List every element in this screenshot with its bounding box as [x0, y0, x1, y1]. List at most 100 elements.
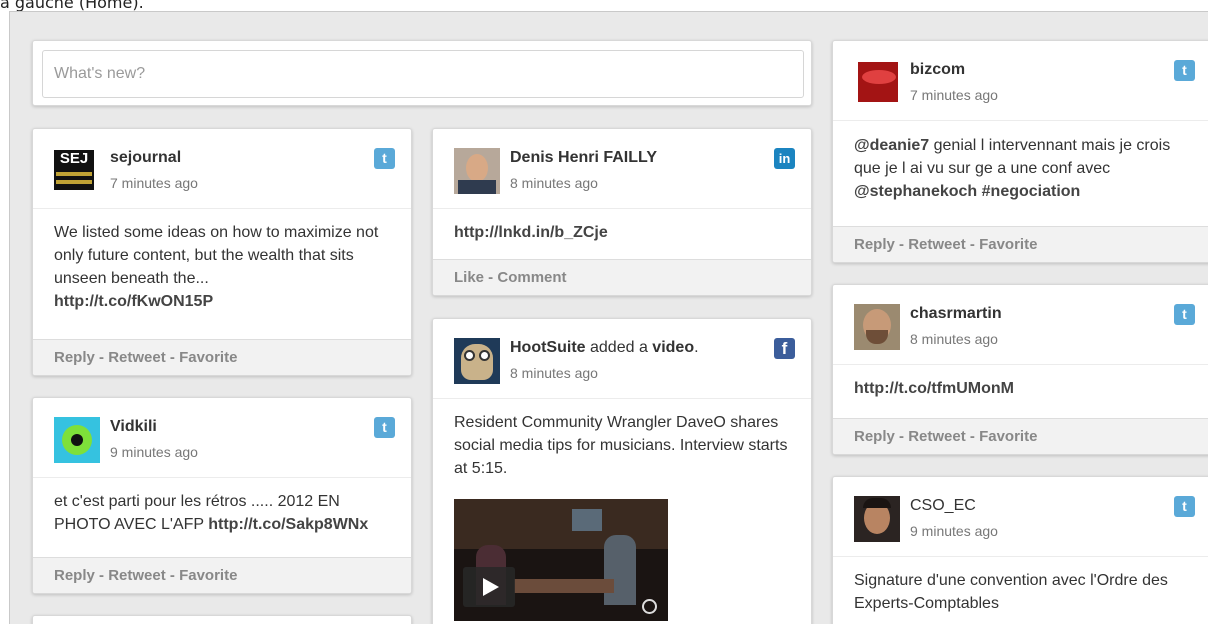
- hashtag-link[interactable]: #negociation: [982, 183, 1081, 200]
- post-username[interactable]: sejournal: [110, 149, 181, 167]
- post-timestamp[interactable]: 8 minutes ago: [510, 175, 598, 191]
- avatar-face: [466, 154, 488, 182]
- post-card-sejournal: SEJ sejournal 7 minutes ago t We listed …: [32, 128, 412, 376]
- post-link[interactable]: http://t.co/fKwON15P: [54, 293, 213, 310]
- reply-button[interactable]: Reply: [854, 236, 895, 253]
- post-body: et c'est parti pour les rétros ..... 201…: [33, 478, 411, 536]
- linkedin-icon: in: [774, 148, 795, 169]
- twitter-icon: t: [374, 148, 395, 169]
- sej-logo-bar: [56, 172, 92, 176]
- post-timestamp[interactable]: 8 minutes ago: [910, 331, 998, 347]
- post-link[interactable]: http://lnkd.in/b_ZCje: [454, 224, 608, 241]
- video-screen: [572, 509, 602, 531]
- post-header: bizcom 7 minutes ago t: [833, 41, 1208, 121]
- post-timestamp[interactable]: 9 minutes ago: [110, 444, 198, 460]
- separator: -: [165, 349, 180, 366]
- post-username[interactable]: Denis Henri FAILLY: [510, 149, 657, 167]
- video-link[interactable]: video: [652, 339, 694, 356]
- post-text: Resident Community Wrangler DaveO shares…: [454, 414, 788, 477]
- video-person: [604, 535, 636, 605]
- post-header: SEJ sejournal 7 minutes ago t: [33, 129, 411, 209]
- post-username[interactable]: chasrmartin: [910, 305, 1002, 323]
- avatar[interactable]: SEJ: [54, 150, 94, 190]
- sej-logo: SEJ: [59, 150, 89, 167]
- twitter-icon: t: [374, 417, 395, 438]
- retweet-button[interactable]: Retweet: [108, 349, 166, 366]
- favorite-button[interactable]: Favorite: [179, 349, 237, 366]
- separator: -: [894, 428, 909, 445]
- video-thumbnail[interactable]: [454, 499, 668, 621]
- composer-card: [32, 40, 812, 106]
- post-timestamp[interactable]: 7 minutes ago: [110, 175, 198, 191]
- twitter-icon: t: [1174, 496, 1195, 517]
- vidkili-pupil: [71, 434, 83, 446]
- whats-new-input[interactable]: [42, 50, 804, 98]
- like-button[interactable]: Like: [454, 269, 484, 286]
- post-actions: Reply - Retweet - Favorite: [33, 339, 411, 375]
- reply-button[interactable]: Reply: [54, 567, 95, 584]
- post-card-cso: CSO_EC 9 minutes ago t Signature d'une c…: [832, 476, 1208, 624]
- twitter-icon: t: [1174, 304, 1195, 325]
- post-body: http://lnkd.in/b_ZCje: [433, 209, 811, 244]
- post-header: CSO_EC 9 minutes ago t: [833, 477, 1208, 557]
- post-username[interactable]: bizcom: [910, 61, 965, 79]
- period: .: [694, 339, 699, 356]
- video-desk: [514, 579, 614, 593]
- separator: -: [94, 567, 109, 584]
- post-username[interactable]: CSO_EC: [910, 497, 976, 515]
- favorite-button[interactable]: Favorite: [179, 567, 237, 584]
- post-card-partial: [32, 615, 412, 624]
- avatar[interactable]: [454, 338, 500, 384]
- sej-logo-bar: [56, 180, 92, 184]
- twitter-icon: t: [1174, 60, 1195, 81]
- avatar[interactable]: [854, 496, 900, 542]
- reply-button[interactable]: Reply: [854, 428, 895, 445]
- post-card-vidkili: Vidkili 9 minutes ago t et c'est parti p…: [32, 397, 412, 594]
- owl-eye: [479, 350, 490, 361]
- video-shelf: [454, 499, 668, 549]
- avatar[interactable]: [454, 148, 500, 194]
- post-body: Signature d'une convention avec l'Ordre …: [833, 557, 1208, 615]
- facebook-icon: f: [774, 338, 795, 359]
- post-text: We listed some ideas on how to maximize …: [54, 224, 379, 287]
- post-link[interactable]: http://t.co/tfmUMonM: [854, 380, 1014, 397]
- post-card-denis: Denis Henri FAILLY 8 minutes ago in http…: [432, 128, 812, 296]
- separator: -: [165, 567, 180, 584]
- retweet-button[interactable]: Retweet: [908, 428, 966, 445]
- favorite-button[interactable]: Favorite: [979, 236, 1037, 253]
- avatar[interactable]: [858, 62, 898, 102]
- avatar[interactable]: [854, 304, 900, 350]
- mention-link[interactable]: @deanie7: [854, 137, 929, 154]
- post-timestamp[interactable]: 8 minutes ago: [510, 365, 598, 381]
- separator: -: [94, 349, 109, 366]
- post-actions: Reply - Retweet - Favorite: [33, 557, 411, 593]
- comment-button[interactable]: Comment: [497, 269, 566, 286]
- separator: -: [894, 236, 909, 253]
- post-actions: Reply - Retweet - Favorite: [833, 418, 1208, 454]
- avatar-beard: [866, 330, 888, 344]
- owl-body: [461, 344, 493, 380]
- post-header: Vidkili 9 minutes ago t: [33, 398, 411, 478]
- post-action-text: added a: [590, 339, 648, 356]
- post-header: HootSuite added a video. 8 minutes ago f: [433, 319, 811, 399]
- retweet-button[interactable]: Retweet: [908, 236, 966, 253]
- post-timestamp[interactable]: 9 minutes ago: [910, 523, 998, 539]
- post-username[interactable]: HootSuite: [510, 339, 586, 356]
- post-actions: Like - Comment: [433, 259, 811, 295]
- separator: -: [484, 269, 498, 286]
- post-text: Signature d'une convention avec l'Ordre …: [854, 572, 1168, 612]
- retweet-button[interactable]: Retweet: [108, 567, 166, 584]
- post-link[interactable]: http://t.co/Sakp8WNx: [208, 516, 368, 533]
- reply-button[interactable]: Reply: [54, 349, 95, 366]
- separator: -: [965, 236, 980, 253]
- play-icon[interactable]: [463, 567, 515, 607]
- post-timestamp[interactable]: 7 minutes ago: [910, 87, 998, 103]
- post-body: @deanie7 genial l intervennant mais je c…: [833, 121, 1208, 203]
- favorite-button[interactable]: Favorite: [979, 428, 1037, 445]
- post-header: chasrmartin 8 minutes ago t: [833, 285, 1208, 365]
- avatar[interactable]: [54, 417, 100, 463]
- avatar-swoosh: [862, 70, 896, 84]
- post-username[interactable]: Vidkili: [110, 418, 157, 436]
- avatar-shirt: [458, 180, 496, 194]
- mention-link[interactable]: @stephanekoch: [854, 183, 977, 200]
